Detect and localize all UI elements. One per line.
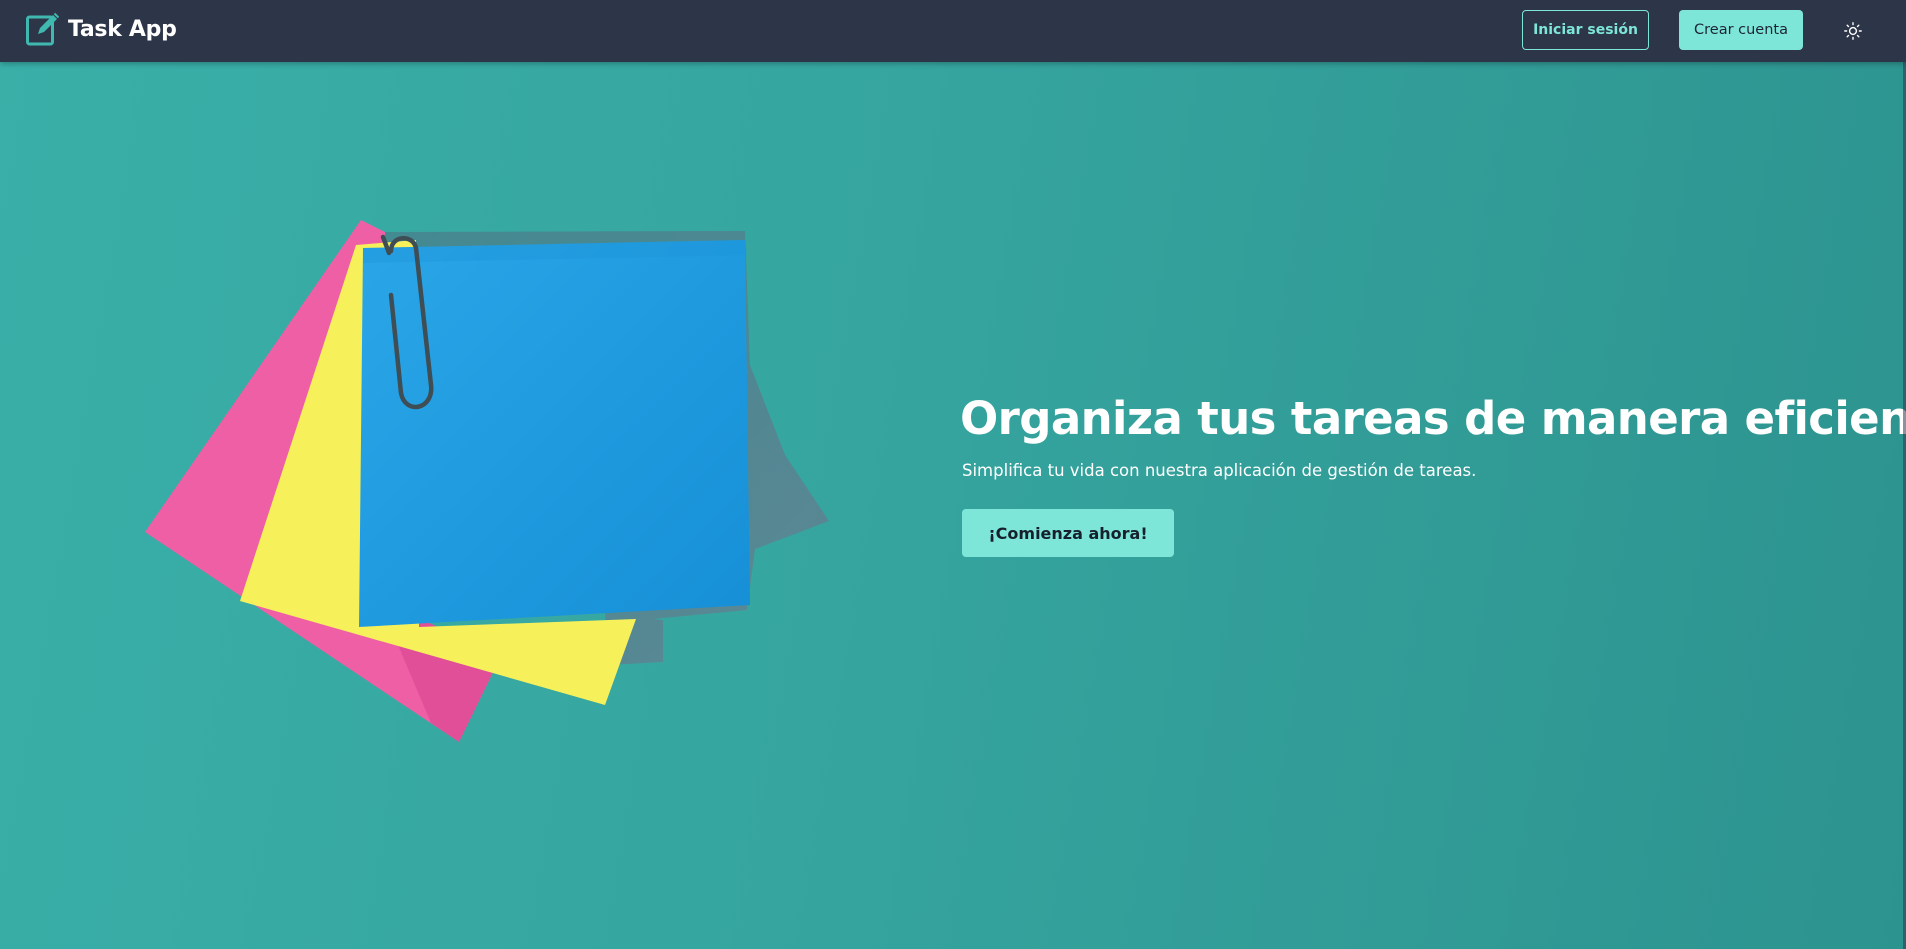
brand-name: Task App	[68, 16, 177, 42]
theme-toggle-button[interactable]	[1840, 18, 1866, 44]
brand-logo-link[interactable]: Task App	[25, 11, 177, 47]
login-button[interactable]: Iniciar sesión	[1522, 10, 1649, 50]
edit-note-icon	[26, 12, 59, 46]
get-started-button[interactable]: ¡Comienza ahora!	[962, 509, 1174, 557]
hero-subtitle: Simplifica tu vida con nuestra aplicació…	[962, 461, 1477, 480]
hero-title: Organiza tus tareas de manera eficiente	[960, 392, 1906, 445]
blue-note	[359, 240, 750, 627]
top-navbar: Task App Iniciar sesión Crear cuenta	[0, 0, 1906, 62]
landing-page: Task App Iniciar sesión Crear cuenta Org…	[0, 0, 1906, 949]
sun-icon	[1844, 22, 1862, 40]
signup-button[interactable]: Crear cuenta	[1679, 10, 1803, 50]
sticky-notes-illustration	[145, 220, 829, 742]
